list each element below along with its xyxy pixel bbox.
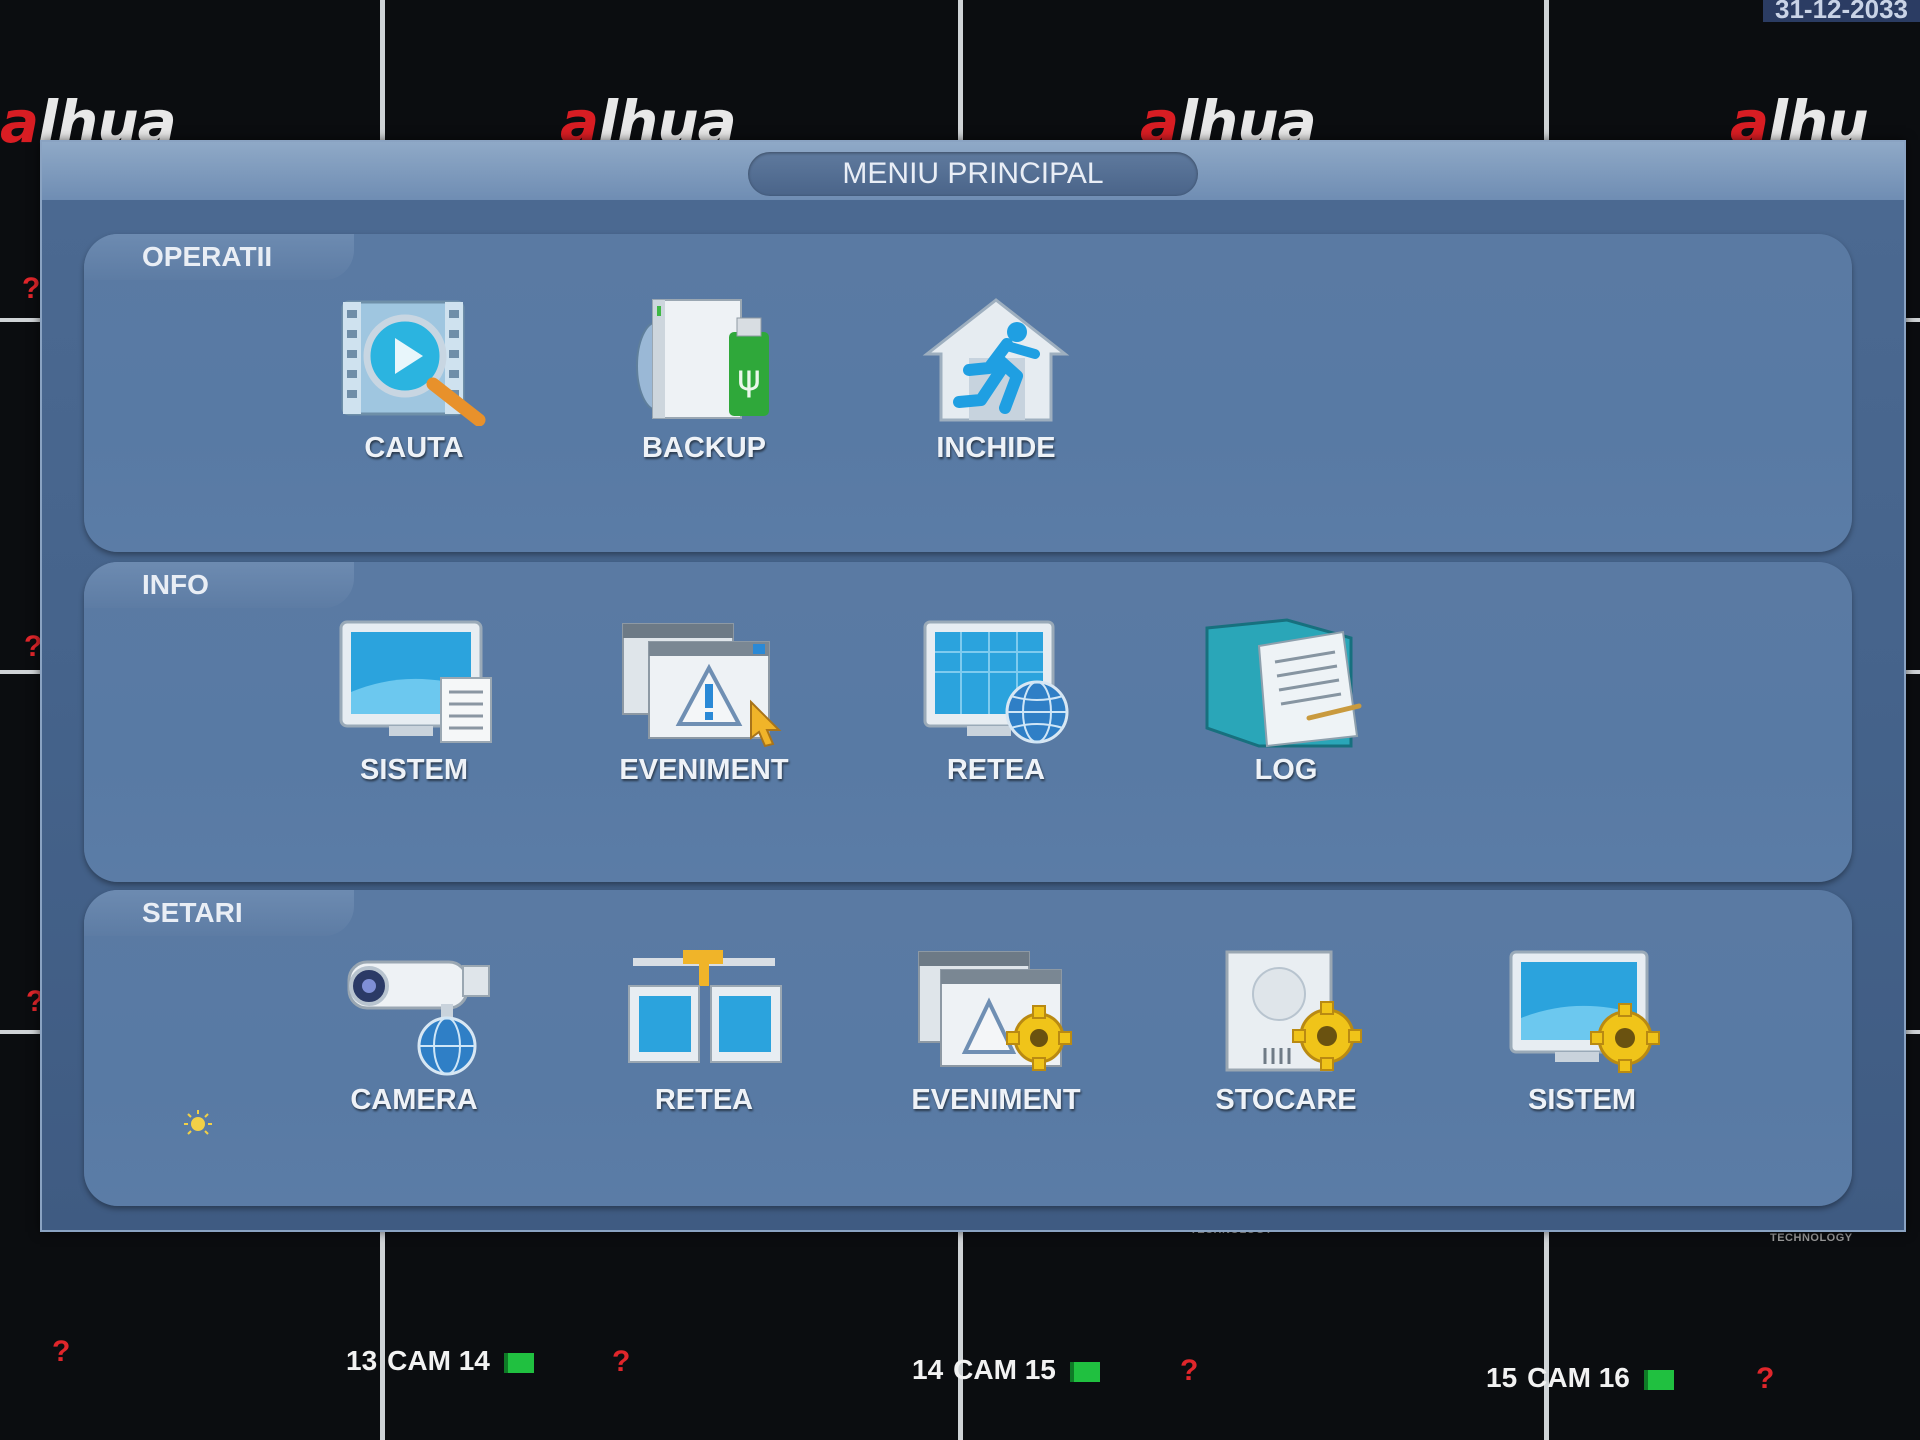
system-settings-icon	[1509, 950, 1660, 1073]
menu-item-label: CAMERA	[350, 1084, 478, 1116]
menu-item-label: BACKUP	[641, 432, 767, 464]
brightness-icon[interactable]	[178, 1108, 218, 1138]
menu-item-eveniment-setari[interactable]: EVENIMENT	[876, 948, 1116, 1138]
camera-label: 14 CAM 15	[912, 1354, 1100, 1386]
brand-tagline: TECHNOLOGY	[1770, 1232, 1853, 1244]
no-signal-icon: ?	[1180, 1354, 1199, 1387]
camera-label: 15 CAM 16	[1486, 1362, 1674, 1394]
datetime-display: 31-12-2033	[1763, 0, 1920, 22]
exit-house-icon	[922, 298, 1070, 422]
record-indicator-icon	[1643, 1369, 1674, 1390]
record-indicator-icon	[503, 1352, 534, 1373]
menu-item-retea-info[interactable]: RETEA	[876, 618, 1116, 808]
network-info-icon	[923, 620, 1069, 744]
menu-item-backup[interactable]: ψ BACKUP	[584, 296, 824, 486]
svg-text:ψ: ψ	[737, 358, 761, 399]
menu-item-inchide[interactable]: INCHIDE	[876, 296, 1116, 486]
no-signal-icon: ?	[52, 1335, 71, 1368]
no-signal-icon: ?	[612, 1345, 631, 1378]
menu-item-sistem-info[interactable]: SISTEM	[294, 618, 534, 808]
system-info-icon	[339, 620, 492, 743]
menu-item-label: STOCARE	[1215, 1084, 1357, 1116]
section-label: SETARI	[84, 890, 354, 936]
menu-item-label: EVENIMENT	[619, 754, 789, 786]
usb-backup-icon: ψ	[636, 299, 769, 419]
window-title: MENIU PRINCIPAL	[748, 152, 1198, 196]
record-indicator-icon	[1069, 1361, 1100, 1382]
menu-item-label: SISTEM	[1528, 1084, 1636, 1116]
menu-item-sistem-setari[interactable]: SISTEM	[1462, 948, 1702, 1138]
search-video-icon	[341, 300, 486, 426]
menu-item-label: EVENIMENT	[911, 1084, 1081, 1116]
menu-item-label: CAUTA	[364, 432, 464, 464]
menu-item-cauta[interactable]: CAUTA	[294, 296, 534, 486]
menu-item-stocare[interactable]: STOCARE	[1166, 948, 1406, 1138]
camera-settings-icon	[347, 960, 490, 1076]
title-bar: MENIU PRINCIPAL	[42, 142, 1904, 200]
menu-item-label: INCHIDE	[936, 432, 1056, 464]
menu-item-log[interactable]: LOG	[1166, 618, 1406, 808]
section-operatii: OPERATII CAUTA ψ BACKUP INCHIDE	[84, 234, 1852, 552]
section-setari: SETARI CAMERA RETEA EVENIMENT STOCARE SI…	[84, 890, 1852, 1206]
camera-label: 13 CAM 14	[346, 1345, 534, 1377]
main-menu-window: MENIU PRINCIPAL OPERATII CAUTA ψ BACKUP …	[40, 140, 1906, 1232]
menu-item-retea-setari[interactable]: RETEA	[584, 948, 824, 1138]
menu-item-camera[interactable]: CAMERA	[294, 948, 534, 1138]
network-settings-icon	[628, 950, 782, 1063]
no-signal-icon: ?	[22, 272, 41, 305]
no-signal-icon: ?	[1756, 1362, 1775, 1395]
event-settings-icon	[918, 951, 1072, 1071]
menu-item-label: LOG	[1254, 754, 1318, 786]
storage-settings-icon	[1225, 950, 1362, 1072]
section-label: OPERATII	[84, 234, 354, 280]
section-info: INFO SISTEM EVENIMENT RETEA LOG	[84, 562, 1852, 882]
menu-item-label: RETEA	[654, 1084, 754, 1116]
section-label: INFO	[84, 562, 354, 608]
menu-item-label: RETEA	[946, 754, 1046, 786]
menu-item-eveniment-info[interactable]: EVENIMENT	[584, 618, 824, 808]
log-folder-icon	[1205, 618, 1362, 748]
event-warning-icon	[622, 623, 782, 748]
menu-item-label: SISTEM	[360, 754, 468, 786]
